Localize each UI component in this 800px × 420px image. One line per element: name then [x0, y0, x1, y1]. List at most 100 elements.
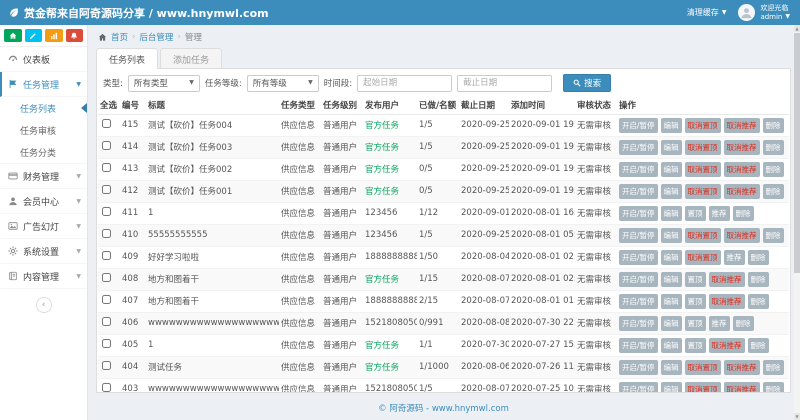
row-checkbox[interactable]: [102, 383, 111, 392]
toggle-button[interactable]: 开启/暂停: [619, 315, 658, 331]
delete-button[interactable]: 删除: [762, 381, 784, 392]
edit-button[interactable]: 编辑: [660, 227, 682, 243]
rec-button[interactable]: 推荐: [708, 205, 730, 221]
delete-button[interactable]: 删除: [747, 249, 769, 265]
toggle-button[interactable]: 开启/暂停: [619, 381, 658, 392]
row-checkbox[interactable]: [102, 141, 111, 150]
sidebar-subitem-task-category[interactable]: 任务分类: [0, 141, 87, 163]
row-checkbox[interactable]: [102, 317, 111, 326]
row-checkbox[interactable]: [102, 229, 111, 238]
top-button[interactable]: 置顶: [684, 315, 706, 331]
scroll-down-icon[interactable]: ▼: [794, 413, 800, 420]
sidebar-item-members[interactable]: 会员中心 ▼: [0, 189, 87, 214]
untop-button[interactable]: 取消置顶: [684, 183, 721, 199]
edit-button[interactable]: 编辑: [660, 183, 682, 199]
top-button[interactable]: 置顶: [684, 271, 706, 287]
row-checkbox[interactable]: [102, 273, 111, 282]
toggle-button[interactable]: 开启/暂停: [619, 337, 658, 353]
row-checkbox[interactable]: [102, 361, 111, 370]
delete-button[interactable]: 删除: [762, 183, 784, 199]
chart-button[interactable]: [45, 29, 63, 42]
unrec-button[interactable]: 取消推荐: [723, 161, 760, 177]
start-date-input[interactable]: [357, 74, 453, 92]
unrec-button[interactable]: 取消推荐: [708, 337, 745, 353]
footer-link[interactable]: © 阿奇源码 - www.hnymwl.com: [96, 393, 791, 414]
row-checkbox[interactable]: [102, 207, 111, 216]
row-checkbox[interactable]: [102, 251, 111, 260]
edit-button[interactable]: 编辑: [660, 117, 682, 133]
unrec-button[interactable]: 取消推荐: [708, 271, 745, 287]
untop-button[interactable]: 取消置顶: [684, 249, 721, 265]
sidebar-collapse-button[interactable]: ‹: [35, 297, 52, 313]
edit-button[interactable]: 编辑: [660, 271, 682, 287]
delete-button[interactable]: 删除: [762, 161, 784, 177]
type-select[interactable]: 所有类型 ▼: [127, 74, 200, 92]
edit-button[interactable]: 编辑: [660, 205, 682, 221]
edit-button[interactable]: 编辑: [660, 293, 682, 309]
top-button[interactable]: 置顶: [684, 293, 706, 309]
untop-button[interactable]: 取消置顶: [684, 139, 721, 155]
sidebar-subitem-task-list[interactable]: 任务列表: [0, 97, 87, 119]
level-select[interactable]: 所有等级 ▼: [246, 74, 319, 92]
unrec-button[interactable]: 取消推荐: [723, 117, 760, 133]
unrec-button[interactable]: 取消推荐: [723, 139, 760, 155]
breadcrumb-admin[interactable]: 后台管理: [139, 31, 173, 43]
toggle-button[interactable]: 开启/暂停: [619, 139, 658, 155]
toggle-button[interactable]: 开启/暂停: [619, 293, 658, 309]
scrollbar-thumb[interactable]: [794, 33, 800, 273]
clear-cache-menu[interactable]: 清理缓存 ▼: [687, 7, 727, 18]
untop-button[interactable]: 取消置顶: [684, 117, 721, 133]
delete-button[interactable]: 删除: [762, 117, 784, 133]
row-checkbox[interactable]: [102, 119, 111, 128]
toggle-button[interactable]: 开启/暂停: [619, 117, 658, 133]
unrec-button[interactable]: 取消推荐: [723, 359, 760, 375]
edit-button[interactable]: 编辑: [660, 381, 682, 392]
vertical-scrollbar[interactable]: ▲ ▼: [794, 25, 800, 420]
top-button[interactable]: 置顶: [684, 337, 706, 353]
toggle-button[interactable]: 开启/暂停: [619, 205, 658, 221]
home-button[interactable]: [4, 29, 22, 42]
delete-button[interactable]: 删除: [747, 293, 769, 309]
delete-button[interactable]: 删除: [732, 315, 754, 331]
edit-button[interactable]: 编辑: [660, 359, 682, 375]
delete-button[interactable]: 删除: [747, 271, 769, 287]
row-checkbox[interactable]: [102, 295, 111, 304]
sidebar-item-finance[interactable]: 财务管理 ▼: [0, 164, 87, 189]
toggle-button[interactable]: 开启/暂停: [619, 271, 658, 287]
delete-button[interactable]: 删除: [747, 337, 769, 353]
toggle-button[interactable]: 开启/暂停: [619, 227, 658, 243]
rec-button[interactable]: 推荐: [708, 315, 730, 331]
sidebar-item-dashboard[interactable]: 仪表板: [0, 47, 87, 72]
search-button[interactable]: 搜索: [563, 74, 612, 92]
row-checkbox[interactable]: [102, 185, 111, 194]
untop-button[interactable]: 取消置顶: [684, 359, 721, 375]
delete-button[interactable]: 删除: [762, 139, 784, 155]
sidebar-item-system-settings[interactable]: 系统设置 ▼: [0, 239, 87, 264]
sidebar-item-ad-slides[interactable]: 广告幻灯 ▼: [0, 214, 87, 239]
toggle-button[interactable]: 开启/暂停: [619, 183, 658, 199]
untop-button[interactable]: 取消置顶: [684, 381, 721, 392]
delete-button[interactable]: 删除: [732, 205, 754, 221]
unrec-button[interactable]: 取消推荐: [723, 227, 760, 243]
toggle-button[interactable]: 开启/暂停: [619, 359, 658, 375]
edit-button[interactable]: 编辑: [660, 249, 682, 265]
untop-button[interactable]: 取消置顶: [684, 227, 721, 243]
scroll-up-icon[interactable]: ▲: [794, 25, 800, 32]
toggle-button[interactable]: 开启/暂停: [619, 161, 658, 177]
tab-add-task[interactable]: 添加任务: [160, 48, 223, 69]
edit-button[interactable]: 编辑: [660, 315, 682, 331]
brand[interactable]: 赏金帮来自阿奇源码分享 / www.hnymwl.com: [8, 5, 269, 21]
untop-button[interactable]: 取消置顶: [684, 161, 721, 177]
edit-button[interactable]: 编辑: [660, 139, 682, 155]
sidebar-item-task-management[interactable]: 任务管理 ▼: [0, 72, 87, 97]
breadcrumb-home[interactable]: 首页: [111, 31, 128, 43]
top-button[interactable]: 置顶: [684, 205, 706, 221]
edit-button[interactable]: 编辑: [660, 337, 682, 353]
sidebar-item-content[interactable]: 内容管理 ▼: [0, 264, 87, 289]
edit-pencil-button[interactable]: [24, 29, 42, 42]
row-checkbox[interactable]: [102, 163, 111, 172]
end-date-input[interactable]: [457, 74, 553, 92]
unrec-button[interactable]: 取消推荐: [708, 293, 745, 309]
row-checkbox[interactable]: [102, 339, 111, 348]
delete-button[interactable]: 删除: [762, 359, 784, 375]
